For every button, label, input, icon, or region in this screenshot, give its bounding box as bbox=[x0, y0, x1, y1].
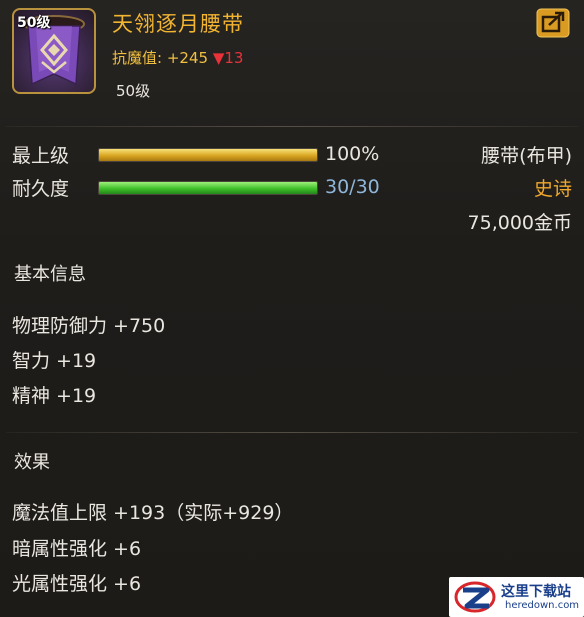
item-tooltip-panel: 50级 天翎逐月腰带 抗魔值: +245 ▼13 50级 最上级 100% 耐久… bbox=[0, 0, 584, 617]
item-type: 腰带(布甲) bbox=[481, 145, 572, 167]
basic-attr: 物理防御力 +750 bbox=[12, 315, 166, 337]
item-rarity: 史诗 bbox=[533, 178, 572, 200]
magic-resist-stat: 抗魔值: +245 ▼13 bbox=[112, 47, 243, 68]
watermark-en: heredown.com bbox=[505, 600, 580, 611]
top-level-bar-fill bbox=[99, 149, 317, 161]
item-price: 75,000金币 bbox=[467, 212, 572, 234]
stat-label: 抗魔值: bbox=[112, 49, 163, 67]
top-level-label: 最上级 bbox=[12, 145, 70, 167]
basic-attr: 精神 +19 bbox=[12, 385, 97, 407]
item-level-badge: 50级 bbox=[17, 15, 51, 31]
durability-label: 耐久度 bbox=[12, 178, 70, 200]
top-level-bar bbox=[98, 148, 318, 162]
effect-attr: 魔法值上限 +193（实际+929） bbox=[12, 502, 294, 524]
share-icon bbox=[536, 8, 570, 38]
effect-attr: 光属性强化 +6 bbox=[12, 573, 142, 595]
section-title-effects: 效果 bbox=[14, 452, 50, 473]
divider bbox=[6, 432, 578, 433]
item-name: 天翎逐月腰带 bbox=[112, 12, 244, 36]
required-level: 50级 bbox=[116, 82, 151, 100]
stat-value: +245 bbox=[166, 49, 209, 67]
site-watermark: 这里下载站 heredown.com bbox=[449, 577, 584, 617]
top-level-value: 100% bbox=[325, 143, 380, 165]
divider bbox=[6, 126, 578, 127]
watermark-cn: 这里下载站 bbox=[501, 584, 571, 600]
durability-value: 30/30 bbox=[325, 176, 380, 198]
purple-belt-icon[interactable]: 50级 bbox=[12, 8, 96, 94]
durability-bar-fill bbox=[99, 182, 317, 194]
basic-attr: 智力 +19 bbox=[12, 350, 97, 372]
section-title-basic: 基本信息 bbox=[14, 264, 86, 285]
effect-attr: 暗属性强化 +6 bbox=[12, 538, 142, 560]
watermark-logo-icon bbox=[454, 581, 496, 613]
stat-diff-arrow-icon: ▼ bbox=[212, 49, 225, 67]
durability-bar bbox=[98, 181, 318, 195]
stat-diff-value: 13 bbox=[224, 49, 244, 67]
share-button[interactable] bbox=[536, 8, 570, 38]
